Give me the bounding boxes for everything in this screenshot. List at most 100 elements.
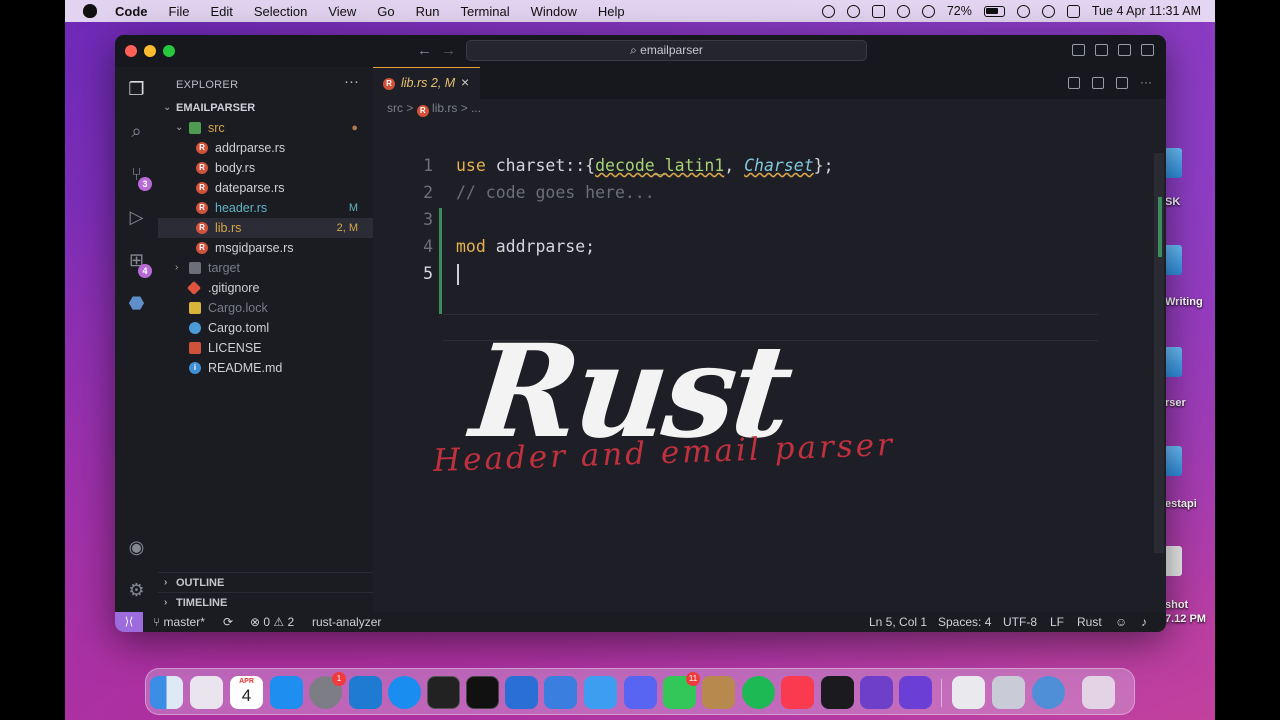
- system-settings-icon[interactable]: 1: [309, 672, 346, 709]
- remote-indicator-icon[interactable]: ⟩⟨: [115, 612, 143, 632]
- minimize-window-button[interactable]: [144, 45, 156, 57]
- headphones-icon[interactable]: [846, 4, 860, 18]
- run-debug-icon[interactable]: ▷: [126, 207, 147, 228]
- tree-item-cargo-lock[interactable]: Cargo.lock: [158, 298, 373, 318]
- notifications-bell-icon[interactable]: ♪: [1141, 612, 1147, 632]
- menu-selection[interactable]: Selection: [254, 4, 307, 19]
- feedback-icon[interactable]: ☺: [1115, 612, 1127, 632]
- breadcrumb-tail[interactable]: > ...: [461, 101, 481, 115]
- account-icon[interactable]: ◉: [126, 537, 147, 558]
- iterm-icon[interactable]: [466, 676, 499, 709]
- code-line[interactable]: 4 mod addrparse;: [373, 233, 1166, 260]
- tree-item-cargo-toml[interactable]: Cargo.toml: [158, 318, 373, 338]
- gear-icon[interactable]: ⚙: [126, 580, 147, 601]
- bluetooth-icon[interactable]: [896, 4, 910, 18]
- tree-item-gitignore[interactable]: .gitignore: [158, 278, 373, 298]
- spotify-icon[interactable]: [742, 676, 775, 709]
- vscode-icon[interactable]: [349, 676, 382, 709]
- battery-icon[interactable]: [983, 5, 1005, 17]
- encoding[interactable]: UTF-8: [1003, 612, 1037, 632]
- close-tab-icon[interactable]: ×: [461, 74, 469, 90]
- tree-item-header[interactable]: R header.rs M: [158, 198, 373, 218]
- tree-item-body[interactable]: R body.rs: [158, 158, 373, 178]
- discord-icon[interactable]: [624, 676, 657, 709]
- tree-item-lib[interactable]: R lib.rs 2, M: [158, 218, 373, 238]
- tree-item-readme[interactable]: i README.md: [158, 358, 373, 378]
- outline-section[interactable]: › OUTLINE: [158, 572, 373, 592]
- safari-icon[interactable]: [388, 676, 421, 709]
- tree-root[interactable]: ⌄ EMAILPARSER: [158, 98, 373, 118]
- screenshot-icon[interactable]: [992, 676, 1025, 709]
- tree-item-target[interactable]: › target: [158, 258, 373, 278]
- tree-item-license[interactable]: LICENSE: [158, 338, 373, 358]
- search-icon[interactable]: [1041, 4, 1055, 18]
- more-actions-icon[interactable]: ···: [1140, 76, 1152, 89]
- simulator-icon[interactable]: [544, 676, 577, 709]
- command-center[interactable]: ⌕ emailparser: [466, 40, 867, 61]
- close-window-button[interactable]: [125, 45, 137, 57]
- menu-help[interactable]: Help: [598, 4, 625, 19]
- back-arrow-icon[interactable]: ←: [417, 42, 432, 59]
- problems-indicator[interactable]: ⊗ 0 ⚠ 2: [250, 612, 294, 632]
- code-line[interactable]: 1 use charset::{decode_latin1, Charset};: [373, 152, 1166, 179]
- play-icon[interactable]: [921, 4, 935, 18]
- menu-view[interactable]: View: [328, 4, 356, 19]
- tab-lib-rs[interactable]: R lib.rs 2, M ×: [373, 67, 480, 99]
- launchpad-icon[interactable]: [190, 676, 223, 709]
- breadcrumb-file[interactable]: lib.rs: [432, 101, 457, 115]
- trash-icon[interactable]: [1082, 676, 1115, 709]
- control-center-icon[interactable]: [1066, 4, 1080, 18]
- customize-layout-icon[interactable]: [1141, 44, 1154, 56]
- screen-icon[interactable]: [871, 4, 885, 18]
- language-mode[interactable]: Rust: [1077, 612, 1102, 632]
- imovie-icon[interactable]: [899, 676, 932, 709]
- cursor-position[interactable]: Ln 5, Col 1: [869, 612, 927, 632]
- mail-icon[interactable]: [584, 676, 617, 709]
- tree-item-addrparse[interactable]: R addrparse.rs: [158, 138, 373, 158]
- tree-item-msgidparse[interactable]: R msgidparse.rs: [158, 238, 373, 258]
- open-preview-icon[interactable]: [1068, 77, 1080, 89]
- menu-app[interactable]: Code: [115, 4, 148, 19]
- toggle-sidebar-icon[interactable]: [1072, 44, 1085, 56]
- maximize-window-button[interactable]: [163, 45, 175, 57]
- sync-icon[interactable]: ⟳: [223, 612, 233, 632]
- xcode-icon[interactable]: [505, 676, 538, 709]
- contacts-icon[interactable]: [702, 676, 735, 709]
- menu-file[interactable]: File: [169, 4, 190, 19]
- calendar-icon[interactable]: APR 4: [230, 676, 263, 709]
- music-icon[interactable]: [781, 676, 814, 709]
- timeline-section[interactable]: › TIMELINE: [158, 592, 373, 612]
- apple-icon[interactable]: [83, 4, 97, 18]
- code-line[interactable]: 3: [373, 206, 1166, 233]
- search-icon[interactable]: ⌕: [126, 121, 147, 142]
- breadcrumb-folder[interactable]: src: [387, 101, 403, 115]
- menu-go[interactable]: Go: [377, 4, 394, 19]
- menu-terminal[interactable]: Terminal: [461, 4, 510, 19]
- terminal-icon[interactable]: [427, 676, 460, 709]
- tree-item-dateparse[interactable]: R dateparse.rs: [158, 178, 373, 198]
- rust-analyzer-status[interactable]: rust-analyzer: [312, 612, 381, 632]
- wifi-icon[interactable]: [1016, 4, 1030, 18]
- clock[interactable]: Tue 4 Apr 11:31 AM: [1092, 4, 1201, 18]
- git-branch[interactable]: ⑂ master*: [153, 612, 205, 632]
- split-editor-icon[interactable]: [1116, 77, 1128, 89]
- github-desktop-icon[interactable]: [860, 676, 893, 709]
- code-line[interactable]: 5: [373, 260, 1166, 287]
- app-store-icon[interactable]: [270, 676, 303, 709]
- indentation[interactable]: Spaces: 4: [938, 612, 991, 632]
- tree-item-src[interactable]: ⌄ src ●: [158, 118, 373, 138]
- messages-icon[interactable]: 11: [663, 672, 700, 709]
- quicktime-icon[interactable]: [1032, 676, 1065, 709]
- preview-icon[interactable]: [952, 676, 985, 709]
- toggle-secondary-sidebar-icon[interactable]: [1118, 44, 1131, 56]
- python-icon[interactable]: ⬣: [126, 293, 147, 314]
- explorer-more-icon[interactable]: ···: [344, 73, 359, 90]
- record-icon[interactable]: [821, 4, 835, 18]
- finder-icon[interactable]: [150, 676, 183, 709]
- compare-icon[interactable]: [1092, 77, 1104, 89]
- code-line[interactable]: 2 // code goes here...: [373, 179, 1166, 206]
- activity-monitor-icon[interactable]: [821, 676, 854, 709]
- menu-window[interactable]: Window: [531, 4, 577, 19]
- toggle-panel-icon[interactable]: [1095, 44, 1108, 56]
- forward-arrow-icon[interactable]: →: [441, 42, 456, 59]
